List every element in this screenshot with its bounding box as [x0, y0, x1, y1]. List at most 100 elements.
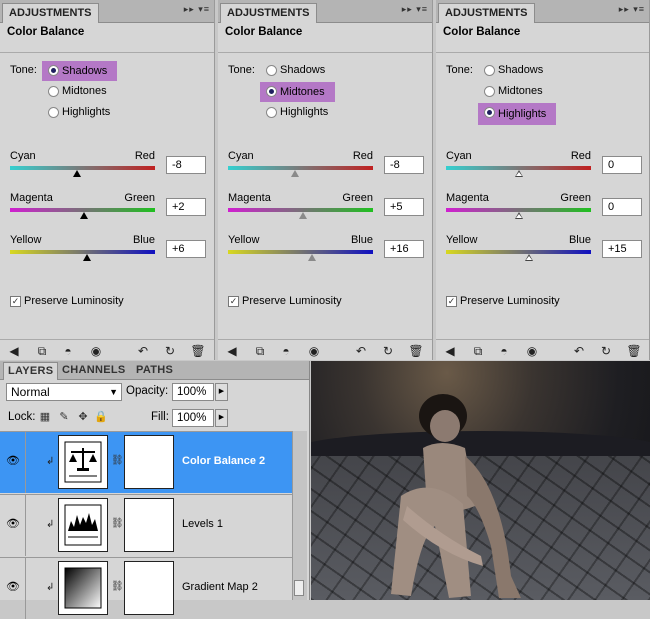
- layer-row-levels-1[interactable]: 👁 ↲ ⛓ Levels 1: [0, 494, 292, 556]
- histogram-icon: [58, 498, 108, 552]
- previous-state-icon[interactable]: ↶: [353, 343, 369, 359]
- eye-icon[interactable]: ◉: [524, 343, 540, 359]
- value-field-yellow-blue[interactable]: +6: [166, 240, 206, 258]
- eye-icon[interactable]: ◉: [306, 343, 322, 359]
- lock-position-icon[interactable]: ✥: [76, 410, 90, 424]
- eye-icon[interactable]: 👁: [5, 518, 21, 530]
- value-field-magenta-green[interactable]: 0: [602, 198, 642, 216]
- slider-thumb[interactable]: [514, 212, 523, 219]
- value-field-yellow-blue[interactable]: +16: [384, 240, 424, 258]
- reset-icon[interactable]: ↻: [162, 343, 178, 359]
- value-field-magenta-green[interactable]: +2: [166, 198, 206, 216]
- panel-menu-icon[interactable]: ▸▸ ▾≡: [619, 4, 645, 15]
- chain-link-icon[interactable]: ⛓: [111, 518, 124, 529]
- panel-tab-bar: ADJUSTMENTS ▸▸ ▾≡: [218, 0, 432, 23]
- previous-state-icon[interactable]: ↶: [571, 343, 587, 359]
- slider-thumb[interactable]: [299, 212, 308, 219]
- radio-shadows[interactable]: Shadows: [42, 61, 118, 81]
- opacity-field[interactable]: 100%: [172, 383, 214, 401]
- layers-scrollbar[interactable]: [292, 431, 307, 600]
- expand-view-icon[interactable]: ⧉: [252, 343, 268, 359]
- back-arrow-icon[interactable]: ◀: [442, 343, 458, 359]
- slider-thumb[interactable]: [82, 254, 91, 261]
- back-arrow-icon[interactable]: ◀: [6, 343, 22, 359]
- clip-layer-icon[interactable]: ◓: [278, 343, 294, 359]
- radio-highlights[interactable]: Highlights: [264, 103, 328, 121]
- tab-channels[interactable]: CHANNELS: [58, 362, 130, 379]
- clip-layer-icon[interactable]: ◓: [60, 343, 76, 359]
- layer-row-color-balance-2[interactable]: 👁 ↲ ⛓ Color Balance 2: [0, 431, 292, 493]
- previous-state-icon[interactable]: ↶: [135, 343, 151, 359]
- trash-icon[interactable]: 🗑: [190, 343, 206, 359]
- radio-highlights[interactable]: Highlights: [46, 103, 110, 121]
- clip-arrow-icon: ↲: [46, 582, 55, 593]
- value-field-yellow-blue[interactable]: +15: [602, 240, 642, 258]
- tab-paths[interactable]: PATHS: [132, 362, 177, 379]
- tab-adjustments[interactable]: ADJUSTMENTS: [220, 3, 317, 23]
- chain-link-icon[interactable]: ⛓: [111, 455, 124, 466]
- slider-track[interactable]: [446, 250, 591, 254]
- tab-layers[interactable]: LAYERS: [3, 362, 59, 380]
- slider-right-label: Green: [560, 192, 591, 204]
- layer-mask-thumbnail[interactable]: [124, 435, 174, 489]
- slider-thumb[interactable]: [308, 254, 317, 261]
- lock-transparency-icon[interactable]: ▦: [38, 410, 52, 424]
- divider: [25, 432, 26, 493]
- tab-adjustments[interactable]: ADJUSTMENTS: [438, 3, 535, 23]
- layer-name[interactable]: Color Balance 2: [182, 455, 265, 467]
- layer-name[interactable]: Levels 1: [182, 518, 223, 530]
- trash-icon[interactable]: 🗑: [408, 343, 424, 359]
- value-field-cyan-red[interactable]: -8: [384, 156, 424, 174]
- slider-thumb[interactable]: [72, 170, 81, 177]
- slider-thumb[interactable]: [79, 212, 88, 219]
- lock-pixels-icon[interactable]: ✎: [57, 410, 71, 424]
- preserve-luminosity-checkbox[interactable]: ✓ Preserve Luminosity: [446, 294, 560, 308]
- checkmark-icon: ✓: [446, 296, 457, 307]
- layer-mask-thumbnail[interactable]: [124, 498, 174, 552]
- slider-track[interactable]: [228, 166, 373, 170]
- slider-track[interactable]: [10, 166, 155, 170]
- layer-name[interactable]: Gradient Map 2: [182, 581, 258, 593]
- slider-thumb[interactable]: [290, 170, 299, 177]
- panel-menu-icon[interactable]: ▸▸ ▾≡: [402, 4, 428, 15]
- radio-label: Highlights: [280, 106, 329, 118]
- slider-right-label: Red: [570, 150, 591, 162]
- value-field-cyan-red[interactable]: -8: [166, 156, 206, 174]
- panel-menu-icon[interactable]: ▸▸ ▾≡: [184, 4, 210, 15]
- reset-icon[interactable]: ↻: [380, 343, 396, 359]
- tab-adjustments[interactable]: ADJUSTMENTS: [2, 3, 99, 23]
- layer-mask-thumbnail[interactable]: [124, 561, 174, 615]
- fill-field[interactable]: 100%: [172, 409, 214, 427]
- eye-icon[interactable]: 👁: [5, 581, 21, 593]
- radio-shadows[interactable]: Shadows: [482, 61, 543, 79]
- panel-title: Color Balance: [7, 26, 85, 38]
- slider-thumb[interactable]: [514, 170, 523, 177]
- fill-slider-button[interactable]: ▶: [215, 409, 228, 427]
- radio-midtones[interactable]: Midtones: [482, 82, 543, 100]
- blend-mode-select[interactable]: Normal ▼: [6, 383, 122, 401]
- scrollbar-thumb[interactable]: [294, 580, 304, 596]
- lock-all-icon[interactable]: 🔒: [94, 410, 108, 424]
- radio-shadows[interactable]: Shadows: [264, 61, 325, 79]
- radio-midtones[interactable]: Midtones: [46, 82, 107, 100]
- clip-layer-icon[interactable]: ◓: [496, 343, 512, 359]
- checkbox-label: Preserve Luminosity: [460, 295, 560, 307]
- expand-view-icon[interactable]: ⧉: [34, 343, 50, 359]
- expand-view-icon[interactable]: ⧉: [470, 343, 486, 359]
- value-field-magenta-green[interactable]: +5: [384, 198, 424, 216]
- layer-row-gradient-map-2[interactable]: 👁 ↲ ⛓ Gradient Map 2: [0, 557, 292, 619]
- value-field-cyan-red[interactable]: 0: [602, 156, 642, 174]
- opacity-slider-button[interactable]: ▶: [215, 383, 228, 401]
- preserve-luminosity-checkbox[interactable]: ✓ Preserve Luminosity: [228, 294, 342, 308]
- slider-thumb[interactable]: [524, 254, 533, 261]
- radio-highlights[interactable]: Highlights: [478, 103, 557, 125]
- eye-icon[interactable]: ◉: [88, 343, 104, 359]
- radio-midtones[interactable]: Midtones: [260, 82, 335, 102]
- trash-icon[interactable]: 🗑: [626, 343, 642, 359]
- preserve-luminosity-checkbox[interactable]: ✓ Preserve Luminosity: [10, 294, 124, 308]
- eye-icon[interactable]: 👁: [5, 455, 21, 467]
- reset-icon[interactable]: ↻: [598, 343, 614, 359]
- back-arrow-icon[interactable]: ◀: [224, 343, 240, 359]
- slider-track[interactable]: [228, 250, 373, 254]
- chain-link-icon[interactable]: ⛓: [111, 581, 124, 592]
